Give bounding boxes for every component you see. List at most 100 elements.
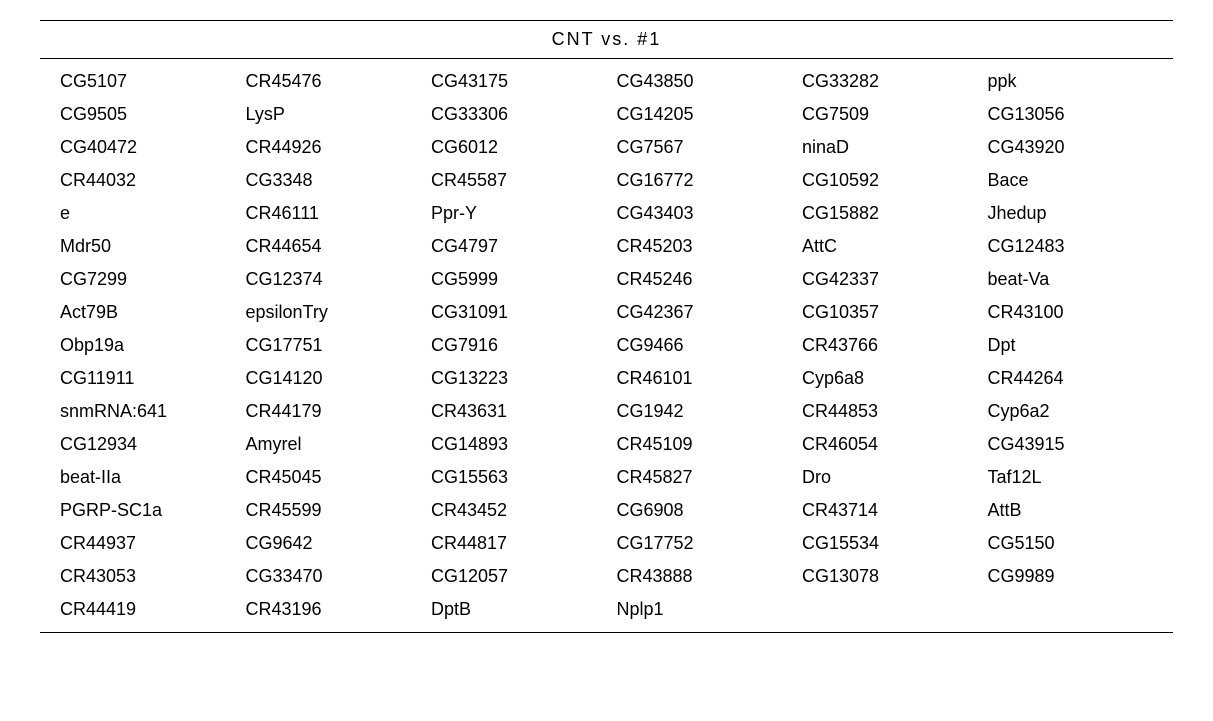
table-cell: CG42337 [802,269,988,290]
table-cell: CR46054 [802,434,988,455]
table-cell: CG33306 [431,104,617,125]
table-row: eCR46111Ppr-YCG43403CG15882Jhedup [60,197,1173,230]
table-row: PGRP-SC1aCR45599CR43452CG6908CR43714AttB [60,494,1173,527]
table-cell: CG15882 [802,203,988,224]
table-cell: snmRNA:641 [60,401,246,422]
table-cell: CG12374 [246,269,432,290]
table-cell: Taf12L [988,467,1174,488]
table-row: Act79BepsilonTryCG31091CG42367CG10357CR4… [60,296,1173,329]
table-cell: CG33470 [246,566,432,587]
table-cell: CR44654 [246,236,432,257]
table-row: Mdr50CR44654CG4797CR45203AttCCG12483 [60,230,1173,263]
table-cell: CG9466 [617,335,803,356]
table-cell: CG42367 [617,302,803,323]
table-cell: CR45476 [246,71,432,92]
table-cell: AttB [988,500,1174,521]
table-row: CG12934AmyrelCG14893CR45109CR46054CG4391… [60,428,1173,461]
table-cell: CR43053 [60,566,246,587]
table-cell: CG6908 [617,500,803,521]
table-cell: CG15563 [431,467,617,488]
table-cell: CG9642 [246,533,432,554]
table-cell: CG14205 [617,104,803,125]
table-cell: CG40472 [60,137,246,158]
table-row: CR44419CR43196DptBNplp1 [60,593,1173,626]
table-cell: CR45827 [617,467,803,488]
table-cell: ppk [988,71,1174,92]
table-cell: CG5107 [60,71,246,92]
table-cell: CG15534 [802,533,988,554]
table-cell: Dro [802,467,988,488]
table-cell: CR45599 [246,500,432,521]
table-cell: CR45109 [617,434,803,455]
table-cell: PGRP-SC1a [60,500,246,521]
table-cell: Dpt [988,335,1174,356]
table-cell: CG1942 [617,401,803,422]
table-cell: CR43631 [431,401,617,422]
table-cell: CG5999 [431,269,617,290]
table-cell: CR46101 [617,368,803,389]
table-cell: Amyrel [246,434,432,455]
table-cell: Jhedup [988,203,1174,224]
table-cell: CG9505 [60,104,246,125]
table-cell: Cyp6a8 [802,368,988,389]
table-cell: CG31091 [431,302,617,323]
table-cell: CR45246 [617,269,803,290]
table-cell: CG43175 [431,71,617,92]
table-cell: CR45203 [617,236,803,257]
table-row: CR44032CG3348CR45587CG16772CG10592Bace [60,164,1173,197]
table-cell: CG3348 [246,170,432,191]
table-cell: CG10357 [802,302,988,323]
table-cell: CR44926 [246,137,432,158]
table-cell: CR43714 [802,500,988,521]
table-cell: CR43452 [431,500,617,521]
table-cell: CG6012 [431,137,617,158]
table-cell: CR44817 [431,533,617,554]
table-cell: CG7509 [802,104,988,125]
table-cell: CG11911 [60,368,246,389]
table-cell: Act79B [60,302,246,323]
table-cell: CG17751 [246,335,432,356]
gene-table: CNT vs. #1 CG5107CR45476CG43175CG43850CG… [40,20,1173,633]
table-cell: CR44179 [246,401,432,422]
table-cell [802,599,988,620]
table-cell: Cyp6a2 [988,401,1174,422]
table-cell: CG12934 [60,434,246,455]
table-row: CR44937CG9642CR44817CG17752CG15534CG5150 [60,527,1173,560]
table-cell: beat-IIa [60,467,246,488]
table-cell: CG43850 [617,71,803,92]
table-cell: Nplp1 [617,599,803,620]
table-row: Obp19aCG17751CG7916CG9466CR43766Dpt [60,329,1173,362]
table-cell: CR45587 [431,170,617,191]
table-cell: ninaD [802,137,988,158]
table-body: CG5107CR45476CG43175CG43850CG33282ppk CG9… [40,59,1173,633]
table-cell: CR43888 [617,566,803,587]
table-title: CNT vs. #1 [40,20,1173,59]
table-cell: Mdr50 [60,236,246,257]
table-cell: CR43100 [988,302,1174,323]
table-cell: CG43403 [617,203,803,224]
table-cell: CG14893 [431,434,617,455]
table-cell: CR44853 [802,401,988,422]
table-cell: CG4797 [431,236,617,257]
table-cell: CG10592 [802,170,988,191]
table-cell: CG13056 [988,104,1174,125]
table-cell [988,599,1174,620]
table-cell: Bace [988,170,1174,191]
table-cell: CR43766 [802,335,988,356]
table-cell: CG16772 [617,170,803,191]
table-row: CG40472CR44926CG6012CG7567ninaDCG43920 [60,131,1173,164]
table-row: CG7299CG12374CG5999CR45246CG42337beat-Va [60,263,1173,296]
table-cell: CG43915 [988,434,1174,455]
table-cell: CG9989 [988,566,1174,587]
table-cell: CG14120 [246,368,432,389]
table-cell: CG43920 [988,137,1174,158]
table-cell: beat-Va [988,269,1174,290]
table-cell: CG33282 [802,71,988,92]
table-cell: CG12483 [988,236,1174,257]
table-row: beat-IIaCR45045CG15563CR45827DroTaf12L [60,461,1173,494]
table-row: CG11911CG14120CG13223CR46101Cyp6a8CR4426… [60,362,1173,395]
table-cell: e [60,203,246,224]
table-cell: epsilonTry [246,302,432,323]
table-row: CG5107CR45476CG43175CG43850CG33282ppk [60,65,1173,98]
table-cell: CG17752 [617,533,803,554]
